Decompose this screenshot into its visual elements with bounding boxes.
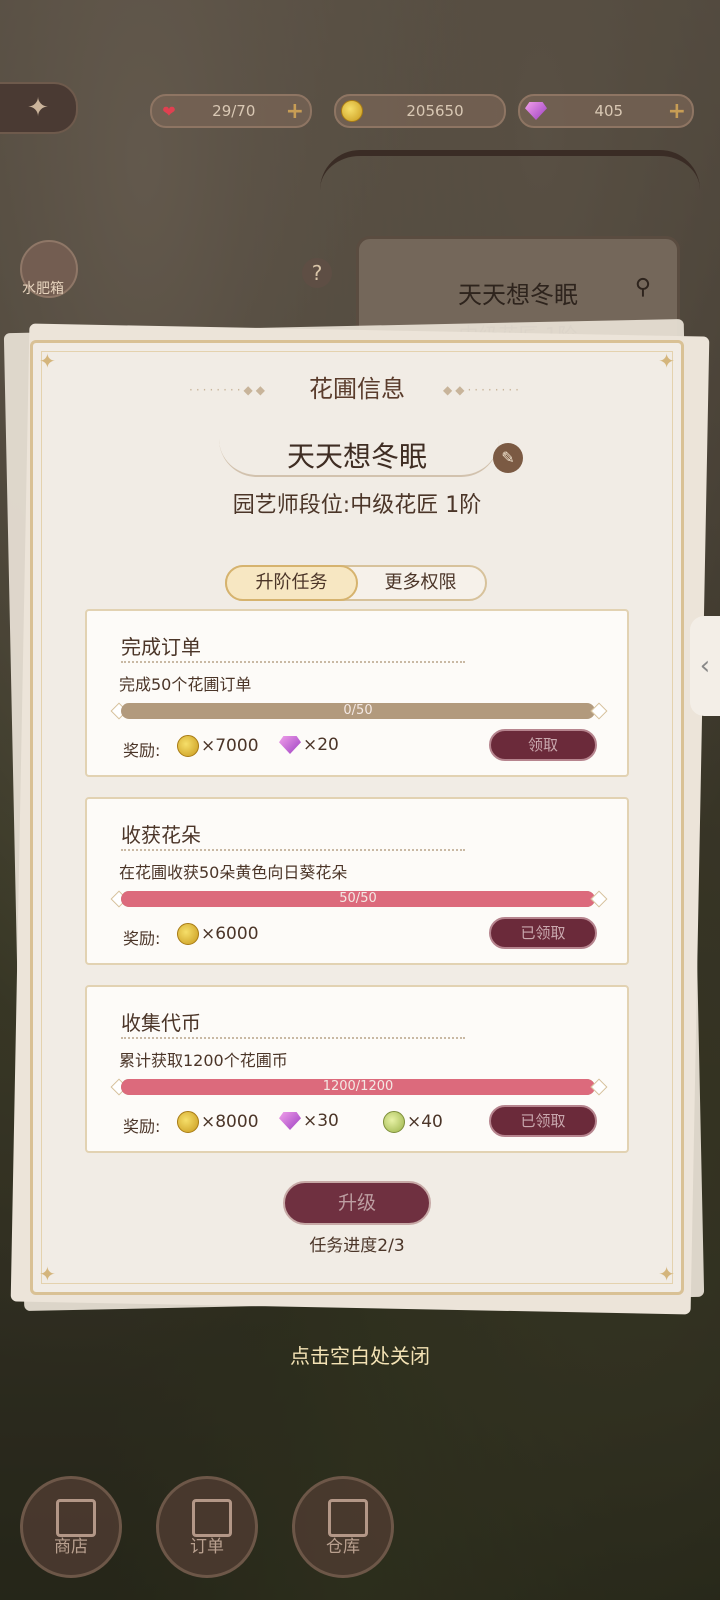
task-description: 完成50个花圃订单 <box>119 675 252 694</box>
reward-gems: ×30 <box>279 1111 339 1131</box>
menu-badge-icon[interactable]: ✦ <box>0 82 78 134</box>
reward-label: 奖励: <box>123 929 161 948</box>
garden-info-panel: ✦ ✦ ✦ ✦ ········◆◆ 花圃信息 ◆◆········ 天天想冬眠… <box>30 340 684 1295</box>
sign-name: 天天想冬眠 <box>458 281 578 309</box>
progress-text: 50/50 <box>339 891 377 906</box>
task-title: 收集代币 <box>121 1011 201 1035</box>
task-progress-bar: 50/50 <box>121 891 595 907</box>
garden-name: 天天想冬眠 <box>286 440 427 473</box>
task-title: 收获花朵 <box>121 823 201 847</box>
upgrade-button[interactable]: 升级 <box>283 1181 431 1225</box>
corner-star-icon: ✦ <box>39 1262 56 1286</box>
reward-amount: ×40 <box>407 1112 443 1132</box>
task-progress-bar: 1200/1200 <box>121 1079 595 1095</box>
gold-coin-icon <box>177 735 199 757</box>
close-hint[interactable]: 点击空白处关闭 <box>0 1340 720 1369</box>
add-gems-button[interactable]: + <box>668 99 686 124</box>
progress-text: 1200/1200 <box>322 1079 394 1094</box>
claim-button[interactable]: 领取 <box>489 729 597 761</box>
reward-gems: ×20 <box>279 735 339 755</box>
gems-value: 405 <box>594 102 624 120</box>
side-drawer-toggle[interactable]: ‹ <box>690 616 720 716</box>
tab-upgrade-tasks[interactable]: 升阶任务 <box>225 565 358 601</box>
reward-amount: ×6000 <box>201 924 259 944</box>
reward-garden-coins: ×40 <box>383 1111 443 1133</box>
sign-ironwork <box>320 150 700 236</box>
task-description: 在花圃收获50朵黄色向日葵花朵 <box>119 863 348 882</box>
panel-title: 花圃信息 <box>309 375 405 403</box>
nav-orders-button[interactable]: 订单 <box>156 1476 258 1578</box>
search-icon[interactable]: ⚲ <box>635 275 651 300</box>
reward-gold-coins: ×6000 <box>177 923 259 945</box>
reward-gold-coins: ×7000 <box>177 735 259 757</box>
panel-tabs: 升阶任务 更多权限 <box>225 565 487 601</box>
gold-coin-icon <box>177 923 199 945</box>
claimed-button[interactable]: 已领取 <box>489 917 597 949</box>
progress-text: 0/50 <box>343 703 373 718</box>
title-right-ornament: ◆◆········ <box>443 383 522 397</box>
tab-more-permissions[interactable]: 更多权限 <box>356 567 485 599</box>
task-progress-label: 任务进度2/3 <box>309 1236 405 1256</box>
task-card: 收集代币 累计获取1200个花圃币 1200/1200 奖励: ×8000 ×3… <box>85 985 629 1153</box>
reward-amount: ×20 <box>303 735 339 755</box>
reward-gold-coins: ×8000 <box>177 1111 259 1133</box>
claimed-button[interactable]: 已领取 <box>489 1105 597 1137</box>
reward-label: 奖励: <box>123 741 161 760</box>
task-description: 累计获取1200个花圃币 <box>119 1051 288 1070</box>
help-icon[interactable]: ? <box>302 258 332 288</box>
nav-label: 商店 <box>54 1537 88 1557</box>
coin-icon <box>340 98 366 124</box>
gardener-rank: 园艺师段位:中级花匠 1阶 <box>232 493 482 518</box>
nav-label: 仓库 <box>326 1537 360 1557</box>
coins-counter: 205650 <box>334 94 506 128</box>
fertilizer-box-label: 水肥箱 <box>22 281 64 297</box>
add-hearts-button[interactable]: + <box>286 99 304 124</box>
task-card: 收获花朵 在花圃收获50朵黄色向日葵花朵 50/50 奖励: ×6000 已领取 <box>85 797 629 965</box>
divider <box>121 1037 465 1039</box>
reward-label: 奖励: <box>123 1117 161 1136</box>
reward-amount: ×30 <box>303 1111 339 1131</box>
gem-icon <box>279 1112 301 1130</box>
reward-amount: ×7000 <box>201 736 259 756</box>
divider <box>121 661 465 663</box>
corner-star-icon: ✦ <box>658 1262 675 1286</box>
hearts-counter: ❤ 29/70 + <box>150 94 312 128</box>
nav-label: 订单 <box>190 1537 224 1557</box>
coins-value: 205650 <box>406 102 464 120</box>
gem-icon <box>279 736 301 754</box>
nav-shop-button[interactable]: 商店 <box>20 1476 122 1578</box>
gem-icon <box>524 98 550 124</box>
nav-warehouse-button[interactable]: 仓库 <box>292 1476 394 1578</box>
gold-coin-icon <box>177 1111 199 1133</box>
garden-coin-icon <box>383 1111 405 1133</box>
reward-amount: ×8000 <box>201 1112 259 1132</box>
task-card: 完成订单 完成50个花圃订单 0/50 奖励: ×7000 ×20 领取 <box>85 609 629 777</box>
gems-counter: 405 + <box>518 94 694 128</box>
task-progress-bar: 0/50 <box>121 703 595 719</box>
hearts-value: 29/70 <box>212 102 256 120</box>
heart-icon: ❤ <box>162 101 176 121</box>
edit-name-icon[interactable]: ✎ <box>493 443 523 473</box>
task-title: 完成订单 <box>121 635 201 659</box>
divider <box>121 849 465 851</box>
